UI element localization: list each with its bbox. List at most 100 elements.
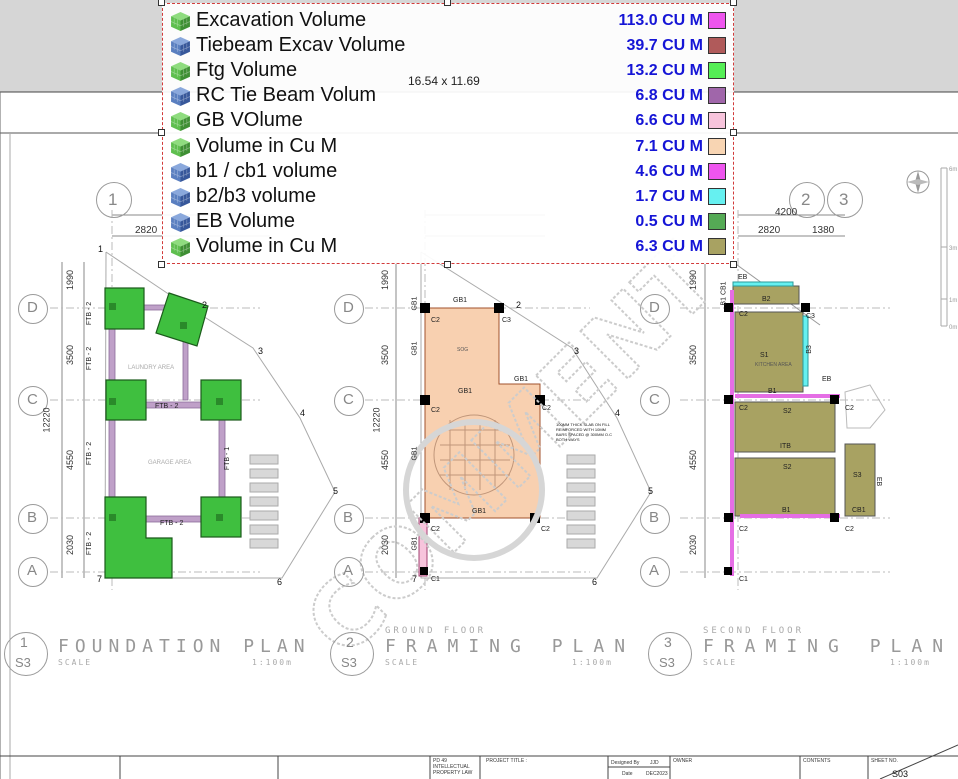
- label-gb1-right: GB1: [514, 376, 529, 383]
- legend-handle-mr[interactable]: [730, 129, 737, 136]
- cube-icon: [170, 137, 191, 157]
- dim-12220-p2: 12220: [371, 407, 382, 433]
- plan1-sheet: S3: [15, 655, 31, 670]
- legend-value: 13.2 CU M: [626, 62, 703, 80]
- label-laundry: LAUNDRY AREA: [128, 365, 175, 371]
- label-gb1-mid: GB1: [458, 388, 473, 395]
- dim-1990-p3: 1990: [688, 269, 699, 291]
- scale-1m: 1m: [949, 298, 957, 304]
- legend-row[interactable]: Tiebeam Excav Volume 39.7 CU M: [163, 33, 735, 58]
- legend-value: 6.3 CU M: [635, 237, 703, 255]
- label-c2-p3d: C2: [739, 526, 748, 533]
- point-4-p2: 4: [615, 408, 621, 418]
- legend-handle-bl[interactable]: [158, 261, 165, 268]
- tb-date: Date: [622, 771, 633, 777]
- legend-swatch: [708, 112, 726, 130]
- row-d-3: D: [649, 299, 660, 316]
- point-1: 1: [98, 244, 104, 254]
- legend-value: 113.0 CU M: [618, 12, 703, 29]
- plan1-scale: SCALE: [58, 658, 93, 667]
- legend-handle-ml[interactable]: [158, 129, 165, 136]
- label-ftb2-c: FTB - 2: [86, 441, 94, 466]
- label-ftb2-e: FTB - 2: [155, 403, 179, 410]
- label-c2-d: C2: [431, 526, 440, 533]
- point-6: 6: [277, 577, 283, 587]
- legend-name: GB VOlume: [196, 109, 303, 132]
- cube-icon: [170, 37, 191, 57]
- point-3-p2: 3: [574, 346, 580, 356]
- label-s1: S1: [760, 352, 769, 359]
- dim-2030-p3: 2030: [688, 534, 699, 556]
- label-ftb2-b: FTB - 2: [86, 346, 94, 371]
- cube-icon: [170, 12, 191, 31]
- label-ftb2-d: FTB - 2: [86, 531, 94, 556]
- legend-value: 39.7 CU M: [626, 37, 703, 55]
- row-c-3: C: [649, 391, 660, 408]
- quantity-legend[interactable]: Excavation Volume 113.0 CU M Tiebeam Excav…: [162, 3, 734, 264]
- dim-2820-p3: 2820: [758, 225, 781, 236]
- plan2-sheet: S3: [341, 655, 357, 670]
- point-5: 5: [333, 486, 339, 496]
- watermark: COMMENT: [284, 224, 738, 678]
- grid-col-2-p3: 2: [801, 190, 811, 209]
- plan3-ratio: 1:100m: [890, 658, 931, 667]
- dim-1380-p3: 1380: [812, 225, 835, 236]
- north-arrow-icon: [906, 170, 930, 194]
- legend-row[interactable]: EB Volume 0.5 CU M: [163, 209, 735, 234]
- label-b1cb1: B1 CB1: [720, 281, 728, 306]
- legend-row[interactable]: b2/b3 volume 1.7 CU M: [163, 184, 735, 209]
- second-floor-plan: [680, 210, 890, 590]
- svg-text:COMMENT: COMMENT: [285, 225, 737, 677]
- legend-name: b2/b3 volume: [196, 184, 317, 207]
- plan1-num: 1: [20, 634, 28, 650]
- legend-handle-tl[interactable]: [158, 0, 165, 6]
- row-b-3: B: [649, 509, 660, 526]
- legend-handle-tr[interactable]: [730, 0, 737, 6]
- legend-value: 6.8 CU M: [635, 87, 703, 105]
- plan3-title: FRAMING PLAN: [703, 636, 954, 657]
- row-b: B: [27, 509, 38, 526]
- legend-name: Volume in Cu M: [196, 134, 338, 157]
- legend-name: Volume in Cu M: [196, 234, 338, 257]
- legend-value: 4.6 CU M: [635, 162, 703, 180]
- point-4: 4: [300, 408, 306, 418]
- plan2-title: FRAMING PLAN: [385, 636, 636, 657]
- grid-col-3-p3: 3: [839, 190, 849, 209]
- dim-3500-p1: 3500: [65, 344, 76, 366]
- legend-row[interactable]: Excavation Volume 113.0 CU M: [163, 8, 735, 33]
- plan2-ratio: 1:100m: [572, 658, 613, 667]
- tb-project: PROJECT TITLE :: [486, 758, 527, 764]
- label-c2-p3e: C2: [845, 526, 854, 533]
- legend-row[interactable]: Volume in Cu M 6.3 CU M: [163, 234, 735, 259]
- point-3: 3: [258, 346, 264, 356]
- legend-row[interactable]: GB VOlume 6.6 CU M: [163, 108, 735, 133]
- legend-handle-tm[interactable]: [444, 0, 451, 6]
- legend-value: 0.5 CU M: [635, 212, 703, 230]
- legend-handle-bm[interactable]: [444, 261, 451, 268]
- cube-icon: [170, 187, 191, 207]
- tb-contents: CONTENTS: [803, 758, 831, 764]
- legend-swatch: [708, 12, 726, 29]
- label-c1: C1: [431, 576, 440, 583]
- scale-3m: 3m: [949, 246, 957, 252]
- point-2: 2: [202, 300, 208, 310]
- label-itb: ITB: [780, 443, 791, 450]
- scale-0m: 0m: [949, 325, 957, 331]
- legend-name: RC Tie Beam Volum: [196, 84, 377, 107]
- legend-swatch: [708, 187, 726, 205]
- tb-sheet: SHEET NO.: [871, 758, 898, 764]
- legend-handle-br[interactable]: [730, 261, 737, 268]
- label-c2-e: C2: [541, 526, 550, 533]
- row-d: D: [27, 299, 38, 316]
- legend-name: Ftg Volume: [196, 59, 298, 82]
- dim-1990-p2: 1990: [380, 269, 391, 291]
- label-s2-b: S2: [783, 464, 792, 471]
- legend-row[interactable]: b1 / cb1 volume 4.6 CU M: [163, 159, 735, 184]
- label-gb1-left3: GB1: [411, 446, 419, 461]
- label-gb1-left4: GB1: [411, 536, 419, 551]
- point-2-p2: 2: [516, 300, 522, 310]
- plan3-num: 3: [664, 634, 672, 650]
- cube-icon: [170, 162, 191, 182]
- label-c2-p3c: C2: [845, 405, 854, 412]
- legend-row[interactable]: Volume in Cu M 7.1 CU M: [163, 134, 735, 159]
